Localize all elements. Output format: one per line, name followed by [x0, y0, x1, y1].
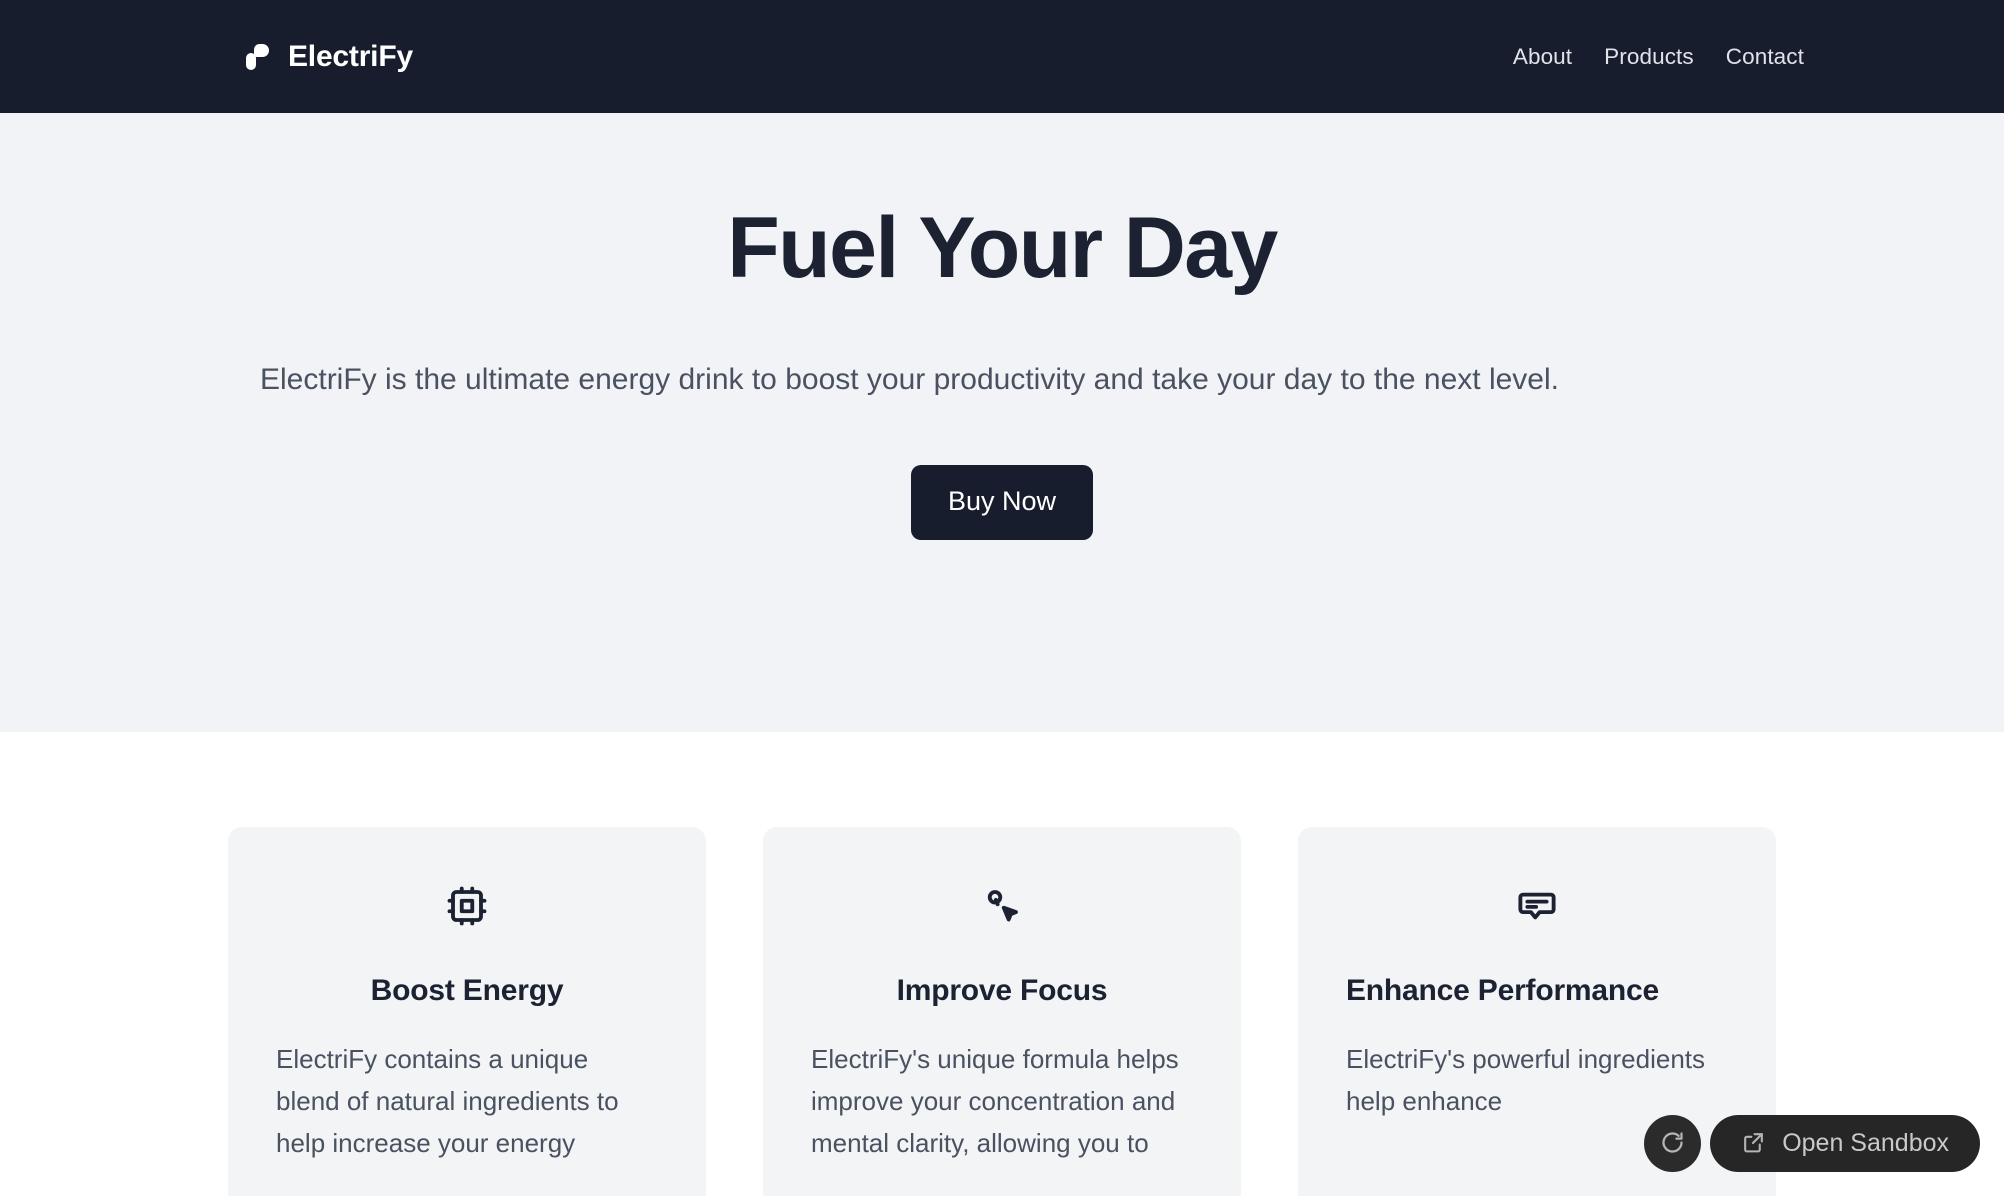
feature-text: ElectriFy's powerful ingredients help en… [1346, 1044, 1705, 1116]
hero-subtitle: ElectriFy is the ultimate energy drink t… [260, 363, 1559, 396]
main-nav: About Products Contact [1513, 44, 1804, 70]
sandbox-widget: Open Sandbox [1644, 1115, 1980, 1172]
feature-title: Boost Energy [370, 974, 564, 1007]
feature-card-improve-focus: Improve Focus ElectriFy's unique formula… [763, 827, 1241, 1196]
focus-pointer-icon [811, 885, 1193, 927]
nav-link-contact[interactable]: Contact [1726, 44, 1804, 70]
feature-card-boost-energy: Boost Energy ElectriFy contains a unique… [228, 827, 706, 1196]
brand-name: ElectriFy [288, 39, 413, 73]
buy-now-button[interactable]: Buy Now [910, 465, 1094, 540]
message-square-text-icon [1346, 885, 1728, 927]
open-sandbox-button[interactable]: Open Sandbox [1710, 1115, 1980, 1172]
open-sandbox-label: Open Sandbox [1782, 1129, 1949, 1157]
hero-section: Fuel Your Day ElectriFy is the ultimate … [0, 113, 2004, 732]
nav-link-products[interactable]: Products [1604, 44, 1694, 70]
reload-icon [1659, 1129, 1686, 1159]
site-header: ElectriFy About Products Contact [0, 0, 2004, 113]
brand-logo[interactable]: ElectriFy [245, 40, 413, 74]
feature-text: ElectriFy contains a unique blend of nat… [276, 1044, 619, 1158]
reload-button[interactable] [1644, 1115, 1702, 1172]
feature-text: ElectriFy's unique formula helps improve… [811, 1044, 1179, 1158]
nav-link-about[interactable]: About [1513, 44, 1572, 70]
feature-title: Improve Focus [896, 974, 1108, 1007]
hero-cta-wrapper: Buy Now [0, 465, 2004, 540]
page-title: Fuel Your Day [727, 200, 1278, 296]
feature-title: Enhance Performance [1346, 974, 1659, 1007]
external-link-icon [1741, 1130, 1766, 1158]
cpu-chip-icon [276, 885, 658, 927]
electrify-logo-icon [245, 42, 269, 72]
